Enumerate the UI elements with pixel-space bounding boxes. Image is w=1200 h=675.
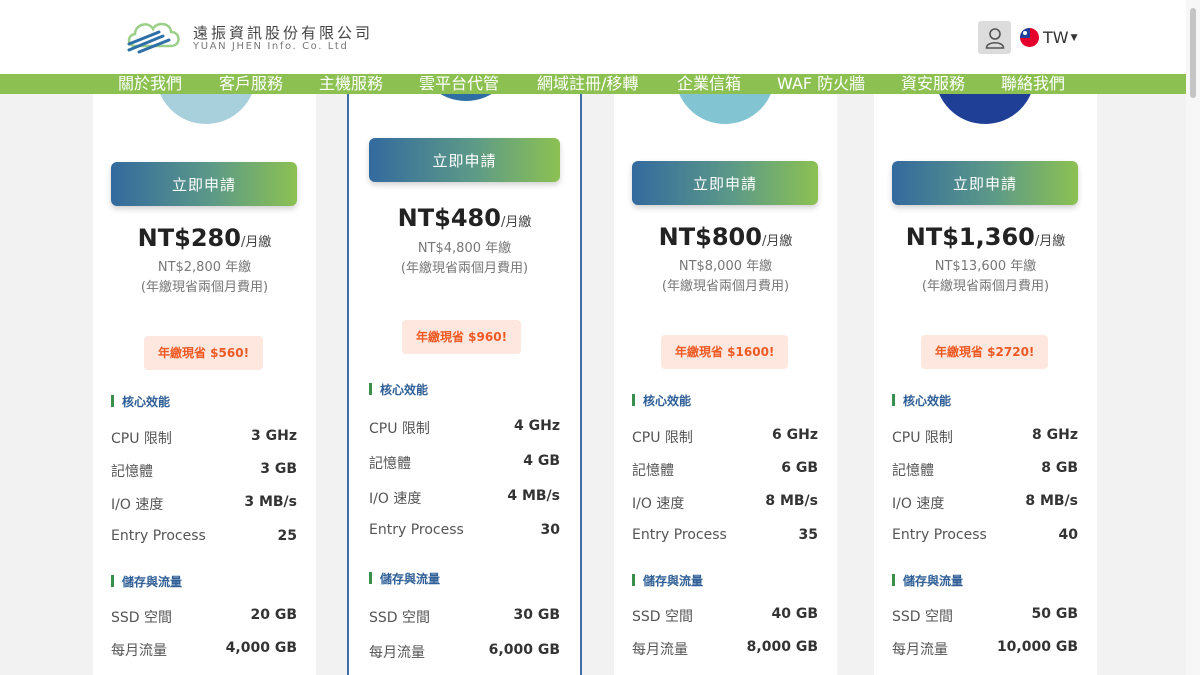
save-badge: 年繳現省 $2720! [921,335,1049,369]
user-account-button[interactable] [978,21,1011,54]
nav-item-cloud-management[interactable]: 雲平台代管 [419,74,499,94]
plan-price: NT$1,360/月繳 [905,223,1066,251]
save-badge: 年繳現省 $1600! [661,335,789,369]
plan-price: NT$280/月繳 [137,224,272,252]
spec-row: SSD 空間 50 GB [892,606,1078,625]
language-selector[interactable]: TW ▼ [1020,28,1078,47]
spec-row: I/O 速度 3 MB/s [111,494,297,513]
spec-row: I/O 速度 8 MB/s [632,493,818,512]
section-title-core: 核心效能 [892,392,951,409]
plan-card: 立即申請 NT$280/月繳 NT$2,800 年繳 (年繳現省兩個月費用) 年… [93,94,316,675]
annual-price: NT$4,800 年繳 [417,241,512,256]
nav-item-customer-service[interactable]: 客戶服務 [219,74,283,94]
spec-row: SSD 空間 40 GB [632,606,818,625]
spec-row: 記憶體 8 GB [892,460,1078,479]
section-title-storage: 儲存與流量 [111,573,182,590]
spec-row: 每月流量 8,000 GB [632,639,818,658]
spec-row: CPU 限制 3 GHz [111,428,297,447]
spec-row: SSD 空間 20 GB [111,607,297,626]
apply-button[interactable]: 立即申請 [632,161,818,205]
spec-row: 記憶體 3 GB [111,461,297,480]
company-logo-icon[interactable] [125,16,187,56]
save-badge: 年繳現省 $960! [402,320,522,354]
spec-row: SSD 空間 30 GB [369,607,560,626]
nav-item-waf[interactable]: WAF 防火牆 [777,74,865,94]
spec-row: 每月流量 4,000 GB [111,640,297,659]
main-nav: 關於我們 客戶服務 主機服務 雲平台代管 網域註冊/移轉 企業信箱 WAF 防火… [0,74,1186,94]
apply-button[interactable]: 立即申請 [369,138,560,182]
plan-card: 立即申請 NT$1,360/月繳 NT$13,600 年繳 (年繳現省兩個月費用… [874,94,1097,675]
scrollbar-thumb[interactable] [1190,8,1196,98]
spec-row: Entry Process 40 [892,527,1078,543]
annual-price: NT$2,800 年繳 [157,260,252,275]
plan-icon [935,94,1035,124]
nav-item-email[interactable]: 企業信箱 [677,74,741,94]
user-icon [985,27,1004,49]
spec-row: 記憶體 6 GB [632,460,818,479]
section-title-storage: 儲存與流量 [632,572,703,589]
annual-price: NT$13,600 年繳 [934,259,1037,274]
annual-note: (年繳現省兩個月費用) [661,279,790,294]
plan-icon [675,94,775,124]
spec-row: Entry Process 25 [111,528,297,544]
spec-row: Entry Process 35 [632,527,818,543]
spec-row: I/O 速度 4 MB/s [369,488,560,507]
plan-price: NT$480/月繳 [397,204,532,232]
nav-item-contact[interactable]: 聯絡我們 [1001,74,1065,94]
brand-name-en: YUAN JHEN Info. Co. Ltd [193,41,349,52]
section-title-core: 核心效能 [632,392,691,409]
section-title-storage: 儲存與流量 [892,572,963,589]
section-title-core: 核心效能 [369,381,428,398]
nav-item-hosting[interactable]: 主機服務 [319,74,383,94]
annual-price: NT$8,000 年繳 [678,259,773,274]
annual-note: (年繳現省兩個月費用) [921,279,1050,294]
section-title-storage: 儲存與流量 [369,570,440,587]
spec-row: I/O 速度 8 MB/s [892,493,1078,512]
spec-row: 每月流量 6,000 GB [369,642,560,661]
plan-price: NT$800/月繳 [658,223,793,251]
save-badge: 年繳現省 $560! [144,336,264,370]
apply-button[interactable]: 立即申請 [111,162,297,206]
chevron-down-icon: ▼ [1070,32,1078,43]
plan-card: 立即申請 NT$800/月繳 NT$8,000 年繳 (年繳現省兩個月費用) 年… [614,94,837,675]
plan-card-featured: 立即申請 NT$480/月繳 NT$4,800 年繳 (年繳現省兩個月費用) 年… [347,84,582,675]
spec-row: 每月流量 10,000 GB [892,639,1078,658]
apply-button[interactable]: 立即申請 [892,161,1078,205]
plan-icon [156,94,256,124]
language-label: TW [1043,28,1069,47]
brand-name-cn: 遠振資訊股份有限公司 [193,24,374,42]
spec-row: Entry Process 30 [369,522,560,538]
site-header: 遠振資訊股份有限公司 YUAN JHEN Info. Co. Ltd TW ▼ [0,0,1186,74]
spec-row: CPU 限制 8 GHz [892,427,1078,446]
page-scrollbar[interactable] [1186,0,1200,675]
spec-row: CPU 限制 4 GHz [369,418,560,437]
nav-item-domain[interactable]: 網域註冊/移轉 [537,74,638,94]
spec-row: 記憶體 4 GB [369,453,560,472]
nav-item-security[interactable]: 資安服務 [901,74,965,94]
annual-note: (年繳現省兩個月費用) [140,280,269,295]
section-title-core: 核心效能 [111,393,170,410]
nav-item-about[interactable]: 關於我們 [118,74,182,94]
taiwan-flag-icon [1020,28,1039,47]
spec-row: CPU 限制 6 GHz [632,427,818,446]
annual-note: (年繳現省兩個月費用) [400,261,529,276]
